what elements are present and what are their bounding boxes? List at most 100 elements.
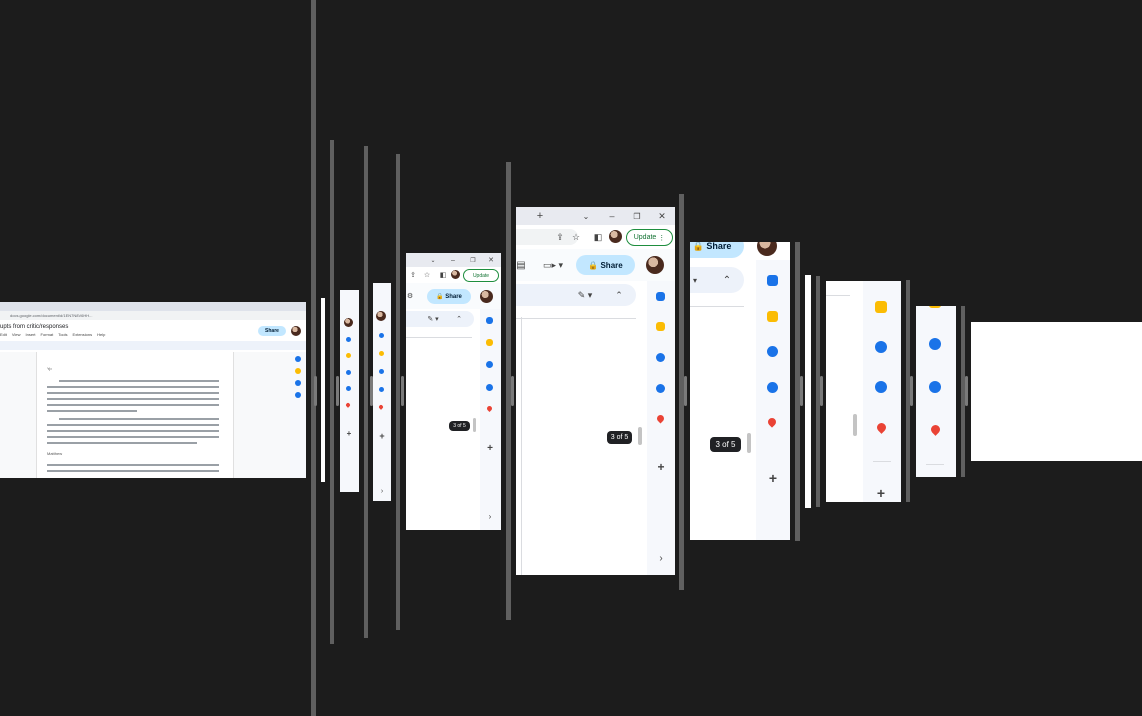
keep-icon[interactable] bbox=[486, 339, 493, 346]
contacts-icon[interactable] bbox=[929, 381, 941, 393]
side-panel-icon[interactable]: ◧ bbox=[592, 231, 604, 243]
resize-handle[interactable] bbox=[511, 376, 514, 406]
minimize-icon[interactable]: – bbox=[448, 255, 458, 265]
edit-mode-icon[interactable]: ✎ ▾ bbox=[426, 314, 440, 324]
avatar[interactable] bbox=[480, 290, 493, 303]
doc-title[interactable]: upts from critic/responses bbox=[0, 322, 120, 332]
maximize-icon[interactable]: ❐ bbox=[631, 210, 643, 222]
resize-handle[interactable] bbox=[314, 376, 317, 406]
calendar-icon[interactable] bbox=[486, 317, 493, 324]
maps-icon[interactable] bbox=[655, 413, 666, 424]
chevron-up-icon[interactable]: ⌃ bbox=[612, 288, 626, 302]
calendar-icon[interactable] bbox=[656, 292, 665, 301]
contacts-icon[interactable] bbox=[346, 386, 351, 391]
resize-handle[interactable] bbox=[370, 376, 373, 406]
address-bar[interactable]: docs.google.com/document/d/1EN7N8V6HH... bbox=[0, 311, 306, 320]
menu-tools[interactable]: Tools bbox=[58, 332, 67, 338]
contacts-icon[interactable] bbox=[379, 387, 384, 392]
add-icon[interactable]: + bbox=[872, 485, 890, 501]
contacts-icon[interactable] bbox=[486, 384, 493, 391]
tasks-icon[interactable] bbox=[346, 370, 351, 375]
keep-icon[interactable] bbox=[875, 301, 887, 313]
resize-handle[interactable] bbox=[336, 376, 339, 406]
menu-help[interactable]: Help bbox=[97, 332, 105, 338]
maps-icon[interactable] bbox=[766, 416, 778, 428]
keep-icon[interactable] bbox=[767, 311, 778, 322]
chevron-right-icon[interactable]: › bbox=[655, 552, 667, 564]
menu-extensions[interactable]: Extensions bbox=[73, 332, 93, 338]
chevron-up-icon[interactable]: ⌃ bbox=[454, 314, 464, 324]
calendar-icon[interactable] bbox=[346, 337, 351, 342]
tasks-icon[interactable] bbox=[929, 338, 941, 350]
scrollbar[interactable] bbox=[747, 433, 751, 453]
chevron-down-icon[interactable]: ⌄ bbox=[580, 210, 592, 222]
minimize-icon[interactable]: – bbox=[606, 210, 618, 222]
add-icon[interactable]: + bbox=[343, 428, 355, 438]
add-icon[interactable]: + bbox=[764, 470, 782, 486]
edit-mode-icon[interactable]: ✎ ▾ bbox=[574, 288, 596, 302]
avatar[interactable] bbox=[451, 270, 460, 279]
share-button[interactable]: 🔒 Share bbox=[576, 255, 635, 275]
video-call-icon[interactable]: ▭▸ ▾ bbox=[542, 258, 564, 272]
tasks-icon[interactable] bbox=[767, 346, 778, 357]
contacts-icon[interactable] bbox=[295, 392, 301, 398]
side-panel-icon[interactable]: ◧ bbox=[438, 270, 448, 280]
resize-handle[interactable] bbox=[684, 376, 687, 406]
docs-share-button[interactable]: Share bbox=[258, 326, 286, 336]
avatar[interactable] bbox=[757, 242, 777, 256]
menu-view[interactable]: View bbox=[12, 332, 21, 338]
maps-icon[interactable] bbox=[378, 404, 384, 410]
add-icon[interactable]: + bbox=[376, 431, 388, 441]
add-icon[interactable]: + bbox=[483, 442, 497, 454]
avatar[interactable] bbox=[609, 230, 622, 243]
tasks-icon[interactable] bbox=[295, 380, 301, 386]
contacts-icon[interactable] bbox=[875, 381, 887, 393]
keep-icon[interactable] bbox=[295, 368, 301, 374]
add-icon[interactable]: + bbox=[653, 460, 669, 474]
resize-handle[interactable] bbox=[800, 376, 803, 406]
tasks-icon[interactable] bbox=[656, 353, 665, 362]
close-icon[interactable]: ✕ bbox=[656, 210, 668, 222]
star-icon[interactable]: ☆ bbox=[570, 231, 582, 243]
tasks-icon[interactable] bbox=[379, 369, 384, 374]
settings-icon[interactable]: ⚙ bbox=[406, 291, 414, 301]
keep-icon[interactable] bbox=[379, 351, 384, 356]
contacts-icon[interactable] bbox=[767, 382, 778, 393]
chevron-down-icon[interactable]: ⌄ bbox=[428, 255, 438, 265]
tasks-icon[interactable] bbox=[875, 341, 887, 353]
resize-handle[interactable] bbox=[401, 376, 404, 406]
scrollbar[interactable] bbox=[473, 418, 476, 432]
avatar[interactable] bbox=[376, 311, 386, 321]
calendar-icon[interactable] bbox=[295, 356, 301, 362]
scrollbar[interactable] bbox=[638, 427, 642, 445]
chevron-up-icon[interactable]: ⌃ bbox=[720, 273, 734, 287]
chevron-right-icon[interactable]: › bbox=[377, 487, 387, 495]
maps-icon[interactable] bbox=[345, 402, 351, 408]
chevron-down-icon[interactable]: ▾ bbox=[690, 273, 700, 287]
comments-icon[interactable]: ▤ bbox=[516, 258, 526, 272]
menu-insert[interactable]: Insert bbox=[26, 332, 36, 338]
resize-handle[interactable] bbox=[910, 376, 913, 406]
share-page-icon[interactable]: ⇪ bbox=[408, 270, 418, 280]
new-tab-icon[interactable]: + bbox=[534, 210, 546, 222]
contacts-icon[interactable] bbox=[656, 384, 665, 393]
calendar-icon[interactable] bbox=[767, 275, 778, 286]
maps-icon[interactable] bbox=[485, 404, 494, 413]
update-button[interactable]: Update ⋮ bbox=[626, 229, 673, 246]
scrollbar[interactable] bbox=[853, 414, 857, 436]
resize-handle[interactable] bbox=[965, 376, 968, 406]
resize-handle[interactable] bbox=[820, 376, 823, 406]
tasks-icon[interactable] bbox=[486, 361, 493, 368]
share-button[interactable]: 🔒 Share bbox=[690, 242, 744, 258]
maps-icon[interactable] bbox=[875, 421, 888, 434]
calendar-icon[interactable] bbox=[379, 333, 384, 338]
maximize-icon[interactable]: ❐ bbox=[468, 255, 478, 265]
menu-format[interactable]: Format bbox=[41, 332, 54, 338]
avatar[interactable] bbox=[646, 256, 664, 274]
share-page-icon[interactable]: ⇪ bbox=[554, 231, 566, 243]
avatar[interactable] bbox=[344, 318, 353, 327]
menu-edit[interactable]: Edit bbox=[0, 332, 7, 338]
docs-avatar[interactable] bbox=[291, 326, 301, 336]
close-icon[interactable]: ✕ bbox=[486, 255, 496, 265]
keep-icon[interactable] bbox=[929, 306, 941, 308]
